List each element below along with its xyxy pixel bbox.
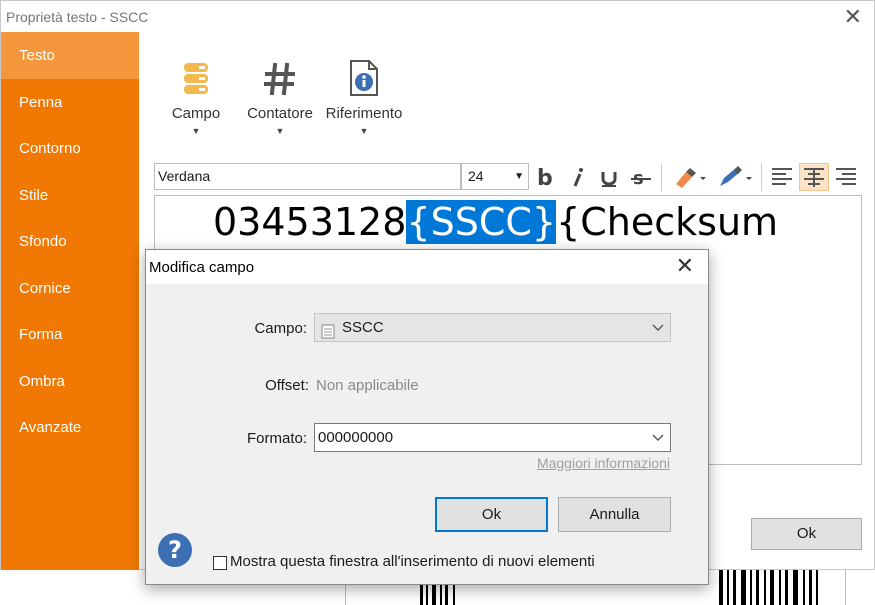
- riferimento-label: Riferimento: [325, 105, 403, 122]
- sidebar-item-avanzate[interactable]: Avanzate: [1, 404, 139, 451]
- offset-field-label: Offset:: [265, 377, 309, 394]
- database-field-icon: [164, 53, 228, 97]
- sidebar-item-ombra[interactable]: Ombra: [1, 358, 139, 405]
- font-size-select[interactable]: 24 ▼: [461, 163, 529, 190]
- show-dialog-checkbox-label: Mostra questa finestra all'inserimento d…: [230, 553, 595, 570]
- sidebar-item-stile[interactable]: Stile: [1, 172, 139, 219]
- window-close-icon[interactable]: ✕: [844, 4, 862, 30]
- campo-dropdown-icon: ▼: [191, 126, 201, 136]
- window-title: Proprietà testo - SSCC: [6, 9, 149, 25]
- barcode-bars-right: [719, 570, 818, 605]
- dialog-titlebar: Modifica campo ✕: [146, 250, 708, 284]
- contatore-label: Contatore: [247, 105, 313, 122]
- dialog-title: Modifica campo: [149, 259, 255, 276]
- bold-icon[interactable]: b: [533, 163, 557, 191]
- contatore-dropdown-icon: ▼: [275, 126, 285, 136]
- align-center-icon[interactable]: [799, 163, 829, 191]
- campo-select[interactable]: SSCC: [314, 313, 671, 342]
- hash-icon: [243, 53, 317, 97]
- help-icon[interactable]: ?: [158, 533, 192, 567]
- editor-selected-field[interactable]: {SSCC}: [406, 200, 557, 244]
- field-list-icon: [321, 321, 335, 348]
- underline-icon[interactable]: [597, 163, 621, 191]
- sidebar-item-testo[interactable]: Testo: [1, 32, 139, 79]
- dialog-ok-button[interactable]: Ok: [435, 497, 548, 532]
- riferimento-dropdown-icon: ▼: [359, 126, 369, 136]
- campo-chevron-down-icon: [652, 314, 664, 350]
- offset-value: Non applicabile: [316, 377, 419, 394]
- toolbar-separator: [661, 163, 662, 191]
- formato-field-label: Formato:: [246, 430, 307, 447]
- toolbar-separator: [761, 163, 762, 191]
- sidebar-item-contorno[interactable]: Contorno: [1, 125, 139, 172]
- sidebar-item-forma[interactable]: Forma: [1, 311, 139, 358]
- sidebar-item-sfondo[interactable]: Sfondo: [1, 218, 139, 265]
- more-info-link[interactable]: Maggiori informazioni: [537, 455, 670, 471]
- font-family-value: Verdana: [158, 168, 211, 184]
- campo-select-value: SSCC: [342, 319, 384, 336]
- dialog-cancel-button[interactable]: Annulla: [558, 497, 671, 532]
- formato-select-value: 000000000: [318, 429, 394, 446]
- font-size-value: 24: [468, 168, 484, 184]
- font-size-dropdown-icon: ▼: [514, 171, 524, 182]
- formato-select[interactable]: 000000000: [314, 423, 671, 452]
- editor-text-prefix: 03453128: [213, 200, 407, 244]
- highlight-color-icon[interactable]: [669, 163, 709, 191]
- divider: [845, 570, 846, 605]
- campo-button[interactable]: Campo ▼: [164, 53, 228, 136]
- show-dialog-checkbox[interactable]: [213, 556, 227, 570]
- sidebar-item-cornice[interactable]: Cornice: [1, 265, 139, 312]
- italic-icon[interactable]: [566, 163, 590, 191]
- align-right-icon[interactable]: [832, 163, 860, 191]
- riferimento-button[interactable]: Riferimento ▼: [322, 53, 406, 136]
- campo-field-label: Campo:: [254, 320, 307, 337]
- dialog-close-icon[interactable]: ✕: [676, 253, 694, 279]
- editor-content: 03453128{SSCC}{Checksum: [213, 200, 778, 244]
- align-left-icon[interactable]: [768, 163, 796, 191]
- edit-field-dialog: Modifica campo ✕ Campo: SSCC Offset: Non…: [145, 249, 709, 585]
- main-ok-button[interactable]: Ok: [751, 518, 862, 550]
- sidebar-item-penna[interactable]: Penna: [1, 79, 139, 126]
- font-family-select[interactable]: Verdana: [154, 163, 461, 190]
- strikethrough-icon[interactable]: s: [629, 163, 653, 191]
- text-color-icon[interactable]: [715, 163, 755, 191]
- editor-text-suffix: {Checksum: [556, 200, 779, 244]
- svg-text:b: b: [537, 166, 553, 188]
- campo-label: Campo: [171, 105, 221, 122]
- info-document-icon: [322, 53, 406, 97]
- contatore-button[interactable]: Contatore ▼: [243, 53, 317, 136]
- sidebar: Testo Penna Contorno Stile Sfondo Cornic…: [1, 32, 139, 570]
